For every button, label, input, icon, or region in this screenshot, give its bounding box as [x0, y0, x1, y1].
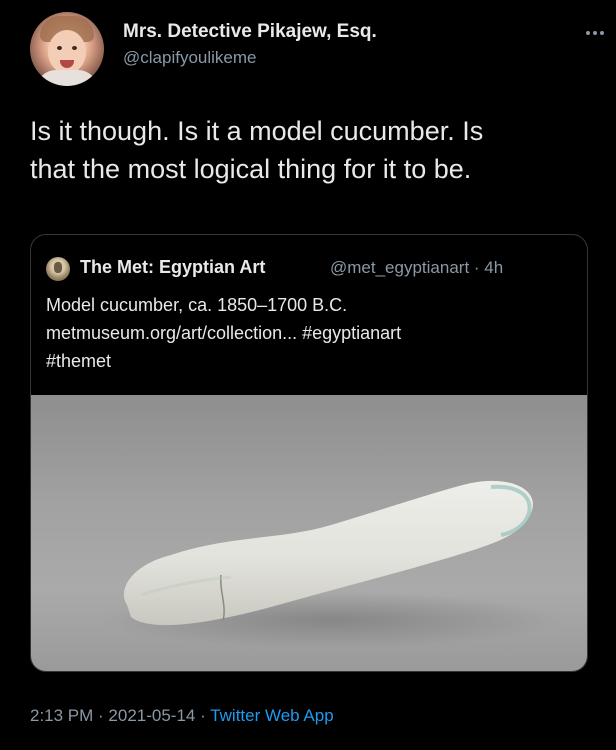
- more-options-icon[interactable]: [586, 28, 612, 38]
- meta-separator: ·: [195, 706, 211, 725]
- more-dot: [600, 31, 604, 35]
- tweet-text: Is it though. Is it a model cucumber. Is…: [30, 112, 590, 188]
- author-handle[interactable]: @clapifyoulikeme: [123, 48, 256, 68]
- quoted-tweet-card[interactable]: The Met: Egyptian Art @met_egyptianart ·…: [30, 234, 588, 672]
- tweet-date[interactable]: 2021-05-14: [108, 706, 195, 725]
- meta-separator: ·: [93, 706, 109, 725]
- tweet-source-app[interactable]: Twitter Web App: [210, 706, 333, 725]
- tweet-text-line: that the most logical thing for it to be…: [30, 154, 472, 184]
- tweet-text-line: Is it though. Is it a model cucumber. Is: [30, 116, 484, 146]
- tweet-screenshot: Mrs. Detective Pikajew, Esq. @clapifyoul…: [0, 0, 616, 750]
- avatar-eye-left: [57, 46, 62, 50]
- avatar-shirt: [36, 70, 98, 86]
- quoted-text-line: Model cucumber, ca. 1850–1700 B.C.: [46, 295, 348, 315]
- quoted-text-line: metmuseum.org/art/collection... #egyptia…: [46, 323, 402, 343]
- more-dot: [586, 31, 590, 35]
- tweet-header: Mrs. Detective Pikajew, Esq. @clapifyoul…: [30, 8, 604, 88]
- avatar-eye-right: [72, 46, 77, 50]
- more-dot: [593, 31, 597, 35]
- quoted-tweet-text: Model cucumber, ca. 1850–1700 B.C. metmu…: [46, 291, 576, 375]
- cucumber-photo[interactable]: [31, 395, 587, 671]
- author-name[interactable]: Mrs. Detective Pikajew, Esq.: [123, 21, 377, 43]
- quoted-author-name: The Met: Egyptian Art: [80, 257, 266, 277]
- author-avatar[interactable]: [30, 12, 104, 86]
- tweet-metadata: 2:13 PM · 2021-05-14 · Twitter Web App: [30, 706, 334, 726]
- cucumber-photo-svg: [101, 480, 561, 648]
- quoted-author-handle-time: @met_egyptianart · 4h: [330, 258, 504, 277]
- tweet-time[interactable]: 2:13 PM: [30, 706, 93, 725]
- met-avatar-icon: [46, 257, 70, 281]
- quoted-text-line: #themet: [46, 351, 112, 371]
